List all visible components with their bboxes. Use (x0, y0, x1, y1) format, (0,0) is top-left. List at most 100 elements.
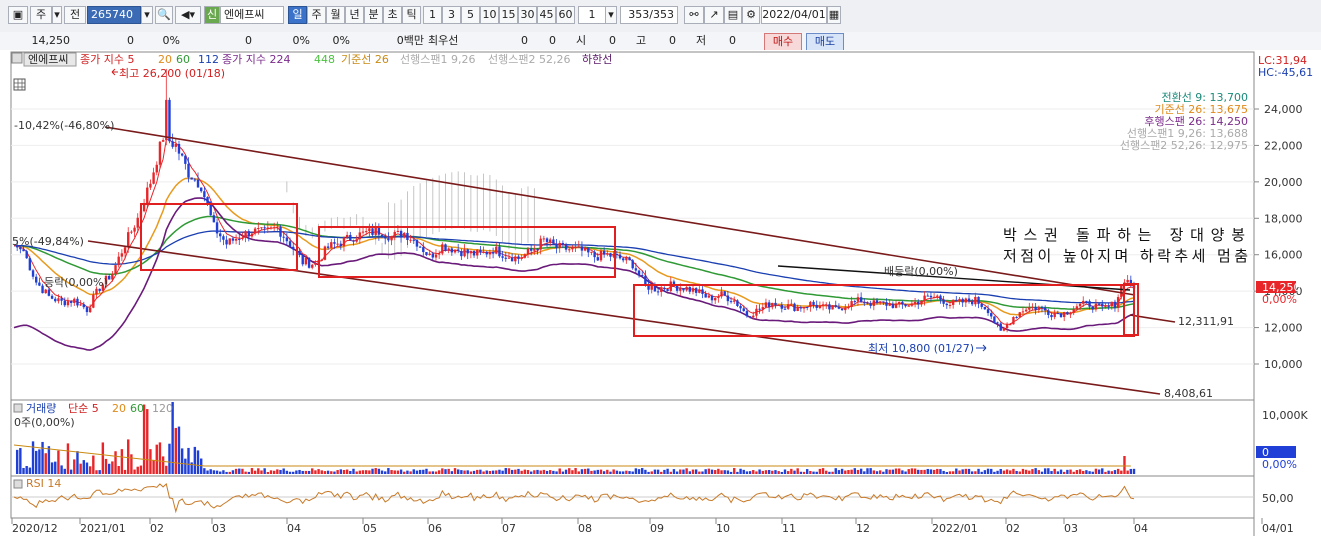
candle-body (22, 249, 25, 252)
period-tab-6[interactable]: 틱 (402, 6, 421, 24)
candle-body (66, 301, 70, 306)
prev-button[interactable]: 전 (64, 6, 86, 24)
volume-bar (168, 443, 171, 474)
volume-bar (637, 469, 641, 474)
volume-bar (733, 468, 736, 474)
date-input[interactable]: 2022/04/01 (761, 6, 827, 24)
volume-bar (723, 470, 726, 474)
candle-body (479, 249, 482, 253)
candle-body (790, 303, 793, 305)
volume-bar (901, 470, 904, 474)
volume-ma120: 120 (152, 402, 173, 415)
candle-body (986, 309, 990, 314)
interval-tab-3[interactable]: 3 (442, 6, 461, 24)
volume-bar (599, 469, 603, 474)
candle-body (431, 253, 435, 258)
candle-body (682, 288, 685, 291)
period-tab-4[interactable]: 분 (364, 6, 383, 24)
save-icon[interactable]: ▤ (724, 6, 742, 24)
rsi-toggle-icon[interactable] (13, 479, 23, 489)
candle-body (507, 257, 511, 259)
interval-tab-60[interactable]: 60 (556, 6, 575, 24)
candle-body (403, 232, 406, 238)
speaker-icon[interactable]: ◀▾ (175, 6, 201, 24)
period-tab-3[interactable]: 년 (345, 6, 364, 24)
candle-body (663, 288, 666, 290)
legend-toggle-icon[interactable] (11, 52, 23, 64)
search-icon[interactable]: 🔍 (155, 6, 173, 24)
candle-body (326, 246, 330, 248)
volume-bar (437, 470, 441, 474)
volume-toggle-icon[interactable] (13, 403, 23, 413)
interval-tab-10[interactable]: 10 (480, 6, 499, 24)
period-tab-0[interactable]: 일 (288, 6, 307, 24)
count-dropdown-icon[interactable]: ▾ (605, 6, 617, 24)
volume-bar (701, 471, 704, 474)
candle-body (387, 238, 390, 241)
candle-body (215, 222, 219, 234)
interval-tab-15[interactable]: 15 (499, 6, 518, 24)
stock-chart: 10,00012,00014,00016,00018,00020,00022,0… (0, 50, 1321, 536)
period-tab-1[interactable]: 주 (307, 6, 326, 24)
candle-body (120, 253, 124, 257)
candle-body (250, 233, 254, 237)
volume-bar (1075, 470, 1079, 474)
volume-bar (104, 458, 108, 474)
volume-bar (60, 465, 63, 474)
interval-tab-5[interactable]: 5 (461, 6, 480, 24)
candle-body (558, 243, 561, 248)
stock-name-field: 엔에프씨 (220, 6, 284, 24)
trend-tool-icon[interactable]: ↗ (704, 6, 724, 24)
buy-button[interactable]: 매수 (764, 33, 802, 51)
period-tab-5[interactable]: 초 (383, 6, 402, 24)
candle-body (219, 233, 222, 237)
volume-bar (364, 470, 368, 474)
volume-bar (942, 470, 945, 474)
candle-body (831, 305, 834, 310)
candle-body (412, 239, 415, 241)
volume-bar (1018, 471, 1021, 474)
candle-body (885, 302, 888, 306)
candle-body (231, 238, 235, 241)
volume-bar (1101, 468, 1104, 474)
volume-bar (161, 456, 165, 474)
candle-body (853, 301, 856, 303)
candle-body (577, 246, 580, 248)
candle-body (460, 251, 463, 257)
candle-body (203, 191, 206, 198)
candle-body (196, 179, 200, 188)
period-tab-2[interactable]: 월 (326, 6, 345, 24)
calendar-icon[interactable]: ▦ (827, 6, 841, 24)
grid-icon[interactable] (13, 78, 26, 91)
link-icon[interactable]: ⚯ (684, 6, 704, 24)
chart-menu-icon[interactable]: ▣ (8, 6, 28, 24)
sell-button[interactable]: 매도 (806, 33, 844, 51)
candle-body (161, 140, 165, 142)
interval-tab-1[interactable]: 1 (423, 6, 442, 24)
period-dropdown-icon[interactable]: ▾ (52, 6, 62, 24)
volume-bar (130, 454, 133, 474)
volume-bar (780, 471, 784, 474)
candle-body (536, 249, 539, 251)
interval-tab-30[interactable]: 30 (518, 6, 537, 24)
volume-bar (203, 468, 206, 474)
code-dropdown-icon[interactable]: ▾ (141, 6, 153, 24)
volume-bar (212, 470, 216, 474)
price-infobar: 14,250 0 0% 0 0% 0% 0백만 최우선 0 0 시 0 고 0 … (0, 32, 1321, 51)
candle-body (856, 297, 860, 302)
candle-body (263, 227, 266, 229)
candle-body (88, 307, 92, 313)
volume-bar (453, 468, 457, 474)
x-tick-label: 2021/01 (80, 522, 126, 535)
period-button[interactable]: 주 (30, 6, 52, 24)
volume-bar (219, 471, 222, 474)
candle-body (184, 155, 187, 164)
count-input[interactable]: 1 (578, 6, 606, 24)
volume-bar (399, 469, 403, 474)
volume-bar (910, 468, 914, 474)
stock-code-input[interactable]: 265740 (87, 6, 141, 24)
candle-body (764, 302, 768, 308)
candle-body (552, 239, 555, 244)
interval-tab-45[interactable]: 45 (537, 6, 556, 24)
gear-icon[interactable]: ⚙ (742, 6, 760, 24)
